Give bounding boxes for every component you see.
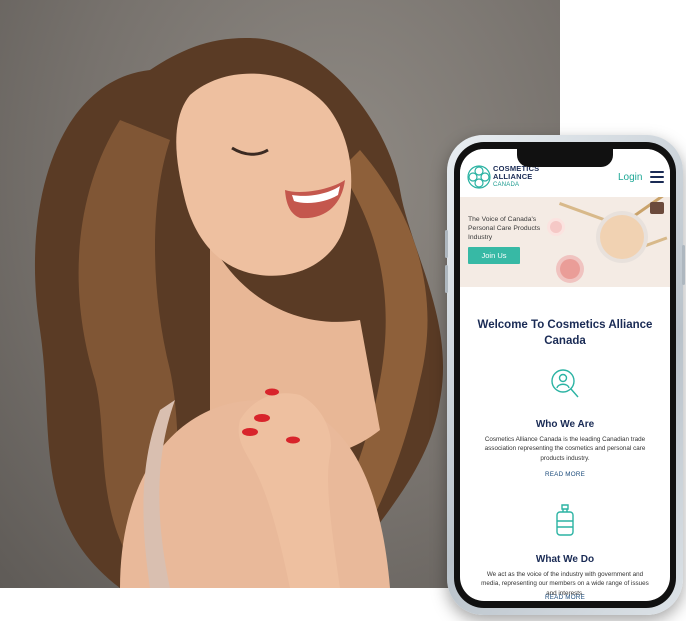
makeup-products-image: [547, 197, 668, 283]
cosmetics-alliance-logo[interactable]: [466, 164, 492, 190]
phone-notch: [517, 149, 613, 167]
welcome-title: Welcome To Cosmetics Alliance Canada: [477, 319, 653, 347]
who-we-are-heading: Who We Are: [535, 419, 595, 430]
join-us-button[interactable]: Join Us: [468, 247, 520, 264]
power-button: [682, 245, 685, 285]
bottle-icon: [556, 504, 574, 536]
brand-name[interactable]: COSMETICS ALLIANCE CANADA: [493, 165, 539, 189]
what-we-do-read-more-link[interactable]: READ MORE: [460, 594, 670, 601]
volume-down-button: [445, 265, 448, 293]
phone-screen: COSMETICS ALLIANCE CANADA Login The Voic…: [460, 149, 670, 601]
what-we-do-heading: What We Do: [535, 554, 595, 565]
hero-tagline: The Voice of Canada's Personal Care Prod…: [468, 216, 541, 241]
hamburger-menu-icon[interactable]: [650, 171, 664, 183]
person-search-icon: [551, 369, 579, 398]
brand-line-3: CANADA: [493, 182, 520, 188]
login-link[interactable]: Login: [618, 172, 642, 183]
brand-line-2: ALLIANCE: [493, 172, 533, 181]
who-we-are-text: Cosmetics Alliance Canada is the leading…: [484, 436, 646, 462]
volume-up-button: [445, 230, 448, 258]
hero-banner: The Voice of Canada's Personal Care Prod…: [460, 197, 670, 287]
phone-frame: COSMETICS ALLIANCE CANADA Login The Voic…: [445, 135, 685, 615]
who-we-are-read-more-link[interactable]: READ MORE: [460, 471, 670, 478]
